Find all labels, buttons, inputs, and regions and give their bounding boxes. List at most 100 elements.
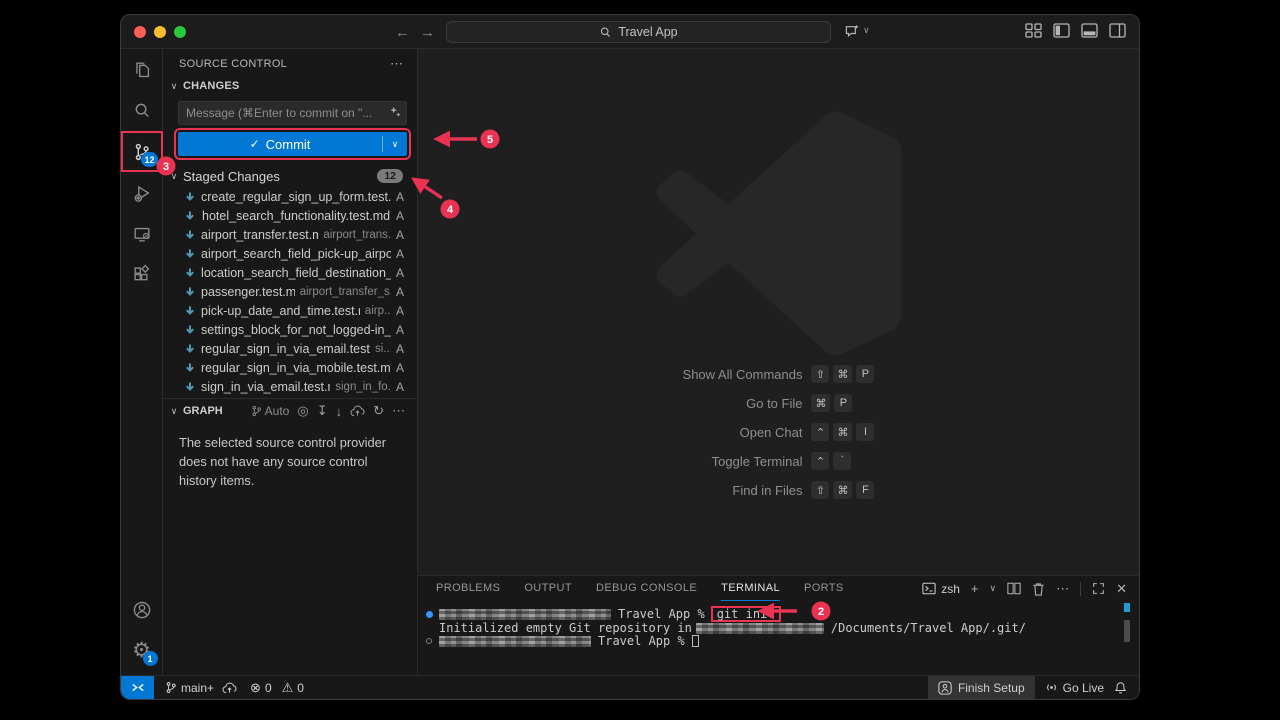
terminal-icon <box>922 582 936 595</box>
toggle-panel-icon[interactable] <box>1081 23 1098 38</box>
screenshot-canvas: { "colors": { "accent": "#0078d4", "anno… <box>0 0 1280 720</box>
git-init-output-post: /Documents/Travel App/.git/ <box>831 622 1026 634</box>
file-description: sign_in_fo... <box>335 381 391 393</box>
new-terminal-dropdown-icon[interactable]: ∨ <box>990 583 997 594</box>
shell-label: zsh <box>941 582 960 596</box>
kill-terminal-trash-icon[interactable] <box>1032 582 1045 596</box>
terminal-scrollbar-thumb[interactable] <box>1124 620 1130 642</box>
activity-bar: 12 <box>121 49 163 675</box>
toggle-secondary-sidebar-icon[interactable] <box>1109 23 1126 38</box>
go-live-button[interactable]: Go Live <box>1045 681 1104 695</box>
commit-dropdown-chevron-icon[interactable]: ∨ <box>383 139 407 150</box>
terminal-cursor <box>692 635 699 647</box>
new-terminal-icon[interactable]: + <box>971 581 979 596</box>
copilot-menu-button[interactable]: ∨ <box>843 22 870 39</box>
chevron-down-icon: ∨ <box>167 406 181 417</box>
git-status-added: A <box>396 380 409 394</box>
accounts-button[interactable] <box>121 589 163 630</box>
file-name: hotel_search_functionality.test.md <box>202 209 390 223</box>
split-terminal-icon[interactable] <box>1007 582 1021 595</box>
markdown-file-icon <box>184 248 196 260</box>
sidebar-item-run-debug[interactable] <box>121 172 163 213</box>
markdown-file-icon <box>184 305 196 317</box>
scm-changes-badge: 12 <box>141 152 157 167</box>
branch-status-button[interactable]: main+ <box>165 681 237 695</box>
sidebar-item-source-control[interactable]: 12 <box>121 131 163 172</box>
search-icon <box>131 100 153 122</box>
sidebar-item-explorer[interactable] <box>121 49 163 90</box>
graph-auto-button[interactable]: Auto <box>251 404 290 418</box>
refresh-icon[interactable]: ↻ <box>373 403 384 419</box>
staged-changes-label: Staged Changes <box>183 169 375 184</box>
notifications-bell-icon[interactable] <box>1114 681 1127 695</box>
settings-button[interactable]: ⚙ 1 <box>121 630 163 671</box>
commit-message-input[interactable] <box>178 101 407 125</box>
toggle-primary-sidebar-icon[interactable] <box>1053 23 1070 38</box>
more-actions-icon[interactable]: ⋯ <box>392 403 405 419</box>
terminal-shell-selector[interactable]: zsh <box>922 582 960 596</box>
finish-setup-button[interactable]: Finish Setup <box>928 676 1035 699</box>
navigate-forward-icon[interactable]: → <box>420 24 435 41</box>
close-window-button[interactable] <box>134 26 146 38</box>
panel-tab-output[interactable]: OUTPUT <box>524 576 572 601</box>
minimize-window-button[interactable] <box>154 26 166 38</box>
staged-file-row[interactable]: airport_search_field_pick-up_airpor...A <box>163 244 417 263</box>
cloud-upload-icon[interactable] <box>350 405 365 417</box>
more-actions-icon[interactable]: ⋯ <box>390 56 403 72</box>
zoom-window-button[interactable] <box>174 26 186 38</box>
staged-file-row[interactable]: airport_transfer.test.mdairport_trans...… <box>163 225 417 244</box>
markdown-file-icon <box>184 191 196 203</box>
traffic-lights <box>134 26 186 38</box>
staged-file-row[interactable]: regular_sign_in_via_email.test.mdsi...A <box>163 339 417 358</box>
settings-badge: 1 <box>143 651 158 666</box>
staged-file-row[interactable]: sign_in_via_email.test.mdsign_in_fo...A <box>163 377 417 396</box>
staged-file-row[interactable]: regular_sign_in_via_mobile.test.md...A <box>163 358 417 377</box>
panel-tab-terminal[interactable]: TERMINAL <box>721 576 780 601</box>
close-panel-icon[interactable]: ✕ <box>1116 581 1127 597</box>
remote-explorer-icon <box>131 223 153 245</box>
customize-layout-icon[interactable] <box>1025 23 1042 38</box>
shortcut-label: Toggle Terminal <box>683 454 803 469</box>
sidebar-item-remote-explorer[interactable] <box>121 213 163 254</box>
problems-status-button[interactable]: ⊗ 0 ⚠ 0 <box>250 680 304 696</box>
remote-icon <box>131 681 145 694</box>
graph-fetch-icon[interactable]: ↧ <box>317 403 328 419</box>
panel-tab-ports[interactable]: PORTS <box>804 576 844 601</box>
commit-button[interactable]: ✓ Commit ∨ <box>178 132 407 156</box>
git-status-added: A <box>396 247 409 261</box>
graph-target-icon[interactable]: ◎ <box>297 403 308 419</box>
sidebar-item-extensions[interactable] <box>121 254 163 295</box>
shortcut-label: Show All Commands <box>683 367 803 382</box>
graph-pull-icon[interactable]: ↓ <box>336 404 343 419</box>
remote-indicator-button[interactable] <box>121 676 154 699</box>
panel-tab-debug-console[interactable]: DEBUG CONSOLE <box>596 576 697 601</box>
terminal-prompt: Travel App % <box>618 608 705 620</box>
branch-icon <box>165 681 177 694</box>
sidebar-item-search[interactable] <box>121 90 163 131</box>
staged-file-row[interactable]: pick-up_date_and_time.test.mdairp...A <box>163 301 417 320</box>
staged-changes-header[interactable]: ∨ Staged Changes 12 <box>163 165 417 187</box>
terminal-command-decoration[interactable] <box>426 638 432 644</box>
file-name: pick-up_date_and_time.test.md <box>201 304 360 318</box>
key-cap: ⌃ <box>811 452 829 470</box>
profile-icon <box>938 681 952 695</box>
staged-file-row[interactable]: passenger.test.mdairport_transfer_s...A <box>163 282 417 301</box>
staged-file-row[interactable]: create_regular_sign_up_form.test.mdA <box>163 187 417 206</box>
file-description: airport_transfer_s... <box>300 286 391 298</box>
staged-file-row[interactable]: settings_block_for_not_logged-in_u...A <box>163 320 417 339</box>
navigate-back-icon[interactable]: ← <box>395 24 410 41</box>
key-cap: ⌘ <box>833 423 852 441</box>
staged-file-row[interactable]: location_search_field_destination_l...A <box>163 263 417 282</box>
changes-section-header[interactable]: ∨ CHANGES <box>163 75 417 97</box>
more-actions-icon[interactable]: ⋯ <box>1056 581 1069 597</box>
redacted-prompt-text <box>439 609 611 620</box>
maximize-panel-icon[interactable] <box>1092 582 1105 595</box>
panel-tab-problems[interactable]: PROBLEMS <box>436 576 500 601</box>
staged-file-row[interactable]: hotel_search_functionality.test.mdA <box>163 206 417 225</box>
watermark-shortcuts: Show All Commands⇧⌘PGo to File⌘POpen Cha… <box>683 365 875 499</box>
key-cap: ⌘ <box>811 394 830 412</box>
generate-commit-message-sparkle-icon[interactable] <box>388 105 402 119</box>
command-center-search[interactable]: Travel App <box>446 21 831 43</box>
terminal-command-decoration[interactable] <box>426 611 433 618</box>
terminal-output[interactable]: Travel App % git init Initialized empty … <box>426 606 1119 647</box>
